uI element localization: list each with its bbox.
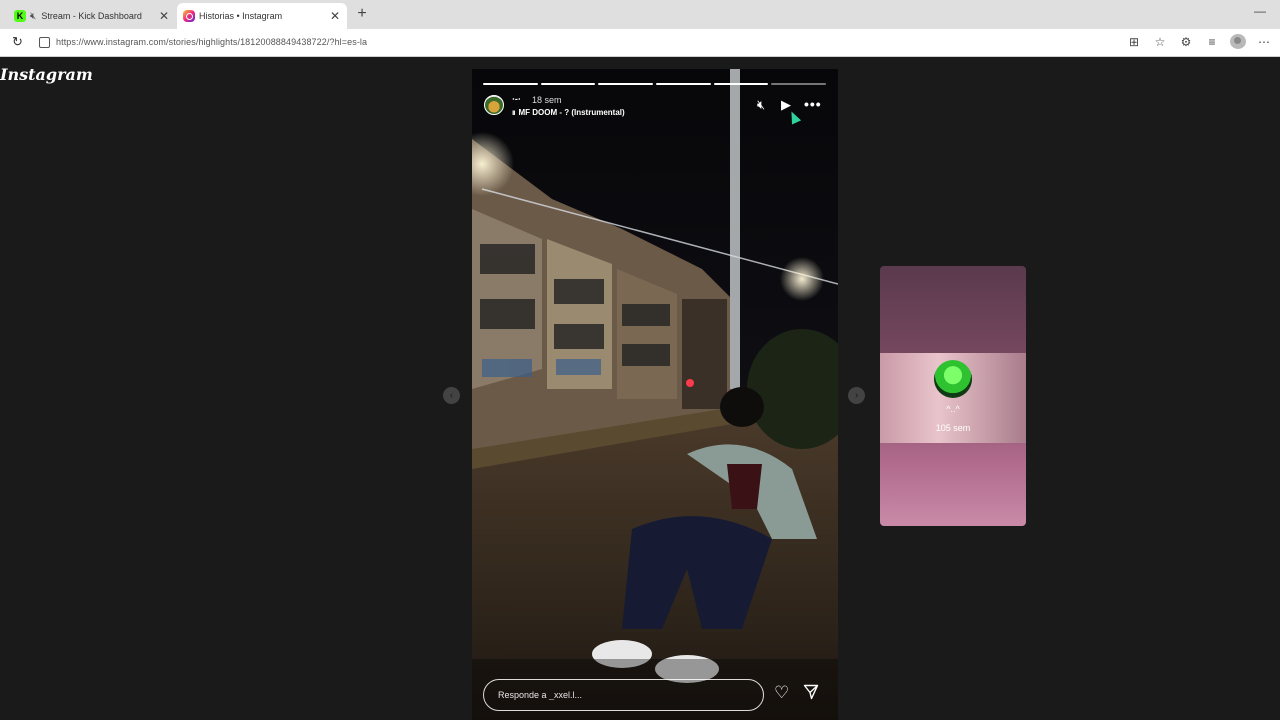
story-photo	[472, 69, 838, 720]
site-info-icon[interactable]	[39, 37, 50, 48]
story-user-avatar[interactable]	[484, 95, 504, 115]
apps-icon[interactable]: ⊞	[1126, 35, 1142, 49]
tab-instagram-stories[interactable]: Historias • Instagram ✕	[177, 3, 347, 29]
favorite-star-icon[interactable]: ☆	[1152, 35, 1168, 49]
next-story-preview[interactable]: ^..^ 105 sem	[880, 266, 1026, 526]
send-icon[interactable]	[803, 684, 819, 700]
tab-title: Historias • Instagram	[199, 11, 283, 21]
story-viewer[interactable]: ⋅-⋅ 18 sem ıı MF DOOM - ? (Instrumental)…	[472, 69, 838, 720]
story-username[interactable]: ⋅-⋅	[512, 94, 521, 105]
instagram-logo[interactable]: Instagram	[0, 65, 93, 84]
muted-speaker-icon[interactable]: 🔇︎	[30, 11, 36, 22]
heart-icon[interactable]: ♡	[774, 683, 789, 703]
progress-segment	[713, 83, 769, 85]
story-progress-bar	[483, 83, 827, 85]
address-bar: ↻ https://www.instagram.com/stories/high…	[0, 29, 1280, 57]
previous-story-arrow[interactable]: ‹	[443, 387, 460, 404]
kick-icon: K	[14, 10, 26, 22]
close-tab-icon[interactable]: ✕	[327, 9, 343, 23]
progress-segment	[483, 83, 538, 85]
instagram-icon	[183, 10, 195, 22]
more-options-icon[interactable]: •••	[804, 96, 822, 112]
profile-avatar[interactable]	[1230, 34, 1246, 49]
favorites-list-icon[interactable]: ≡	[1204, 35, 1220, 49]
mute-icon[interactable]: 🔇︎	[757, 97, 765, 113]
url-field[interactable]: https://www.instagram.com/stories/highli…	[56, 37, 367, 47]
extensions-icon[interactable]: ⚙	[1178, 35, 1194, 49]
next-story-arrow[interactable]: ›	[848, 387, 865, 404]
browser-menu-icon[interactable]: ⋯	[1256, 35, 1272, 49]
progress-segment	[656, 83, 711, 85]
browser-toolbar: ⊞ ☆ ⚙ ≡ ⋯	[1126, 34, 1272, 49]
minimize-window-button[interactable]: —	[1254, 4, 1266, 18]
preview-timestamp: 105 sem	[935, 423, 971, 433]
music-title: MF DOOM - ? (Instrumental)	[518, 108, 625, 117]
tab-title: Stream - Kick Dashboard	[41, 11, 142, 21]
tab-kick-dashboard[interactable]: K 🔇︎ Stream - Kick Dashboard ✕	[8, 3, 176, 29]
close-tab-icon[interactable]: ✕	[156, 9, 172, 23]
instagram-stories-page: Instagram ‹ › ⋅-⋅ 18 sem ıı MF DOOM - ? …	[0, 57, 1280, 720]
progress-segment	[598, 83, 654, 85]
new-tab-button[interactable]: +	[352, 5, 372, 23]
play-icon[interactable]: ▶	[781, 97, 791, 113]
progress-segment	[771, 83, 827, 85]
reply-input[interactable]	[483, 679, 764, 711]
browser-tab-bar: K 🔇︎ Stream - Kick Dashboard ✕ Historias…	[0, 0, 1280, 29]
preview-user-avatar	[934, 360, 972, 398]
audio-wave-icon: ıı	[512, 108, 516, 117]
progress-segment	[540, 83, 596, 85]
preview-username: ^..^	[946, 404, 960, 414]
story-timestamp: 18 sem	[532, 95, 562, 105]
story-music[interactable]: ıı MF DOOM - ? (Instrumental)	[512, 108, 625, 117]
reload-icon[interactable]: ↻	[12, 34, 23, 50]
